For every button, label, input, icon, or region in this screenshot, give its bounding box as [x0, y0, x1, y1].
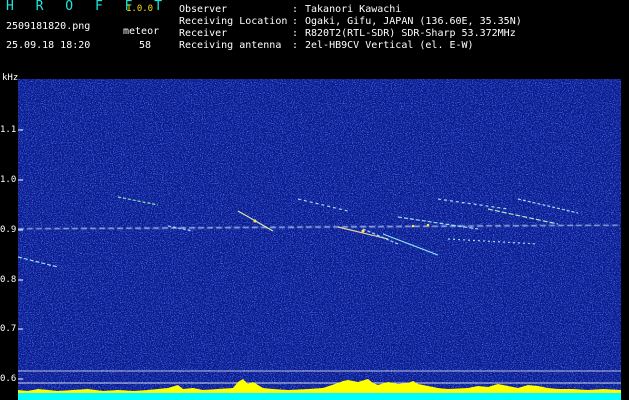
antenna-colon: : — [292, 40, 299, 51]
observer-label: Observer — [179, 4, 228, 15]
location-value: Ogaki, Gifu, JAPAN (136.60E, 35.35N) — [305, 16, 522, 27]
meteor-count: 58 — [139, 40, 152, 51]
receiver-colon: : — [292, 28, 299, 39]
location-colon: : — [292, 16, 299, 27]
receiver-value: R820T2(RTL-SDR) SDR-Sharp 53.372MHz — [305, 28, 516, 39]
location-label: Receiving Location — [179, 16, 288, 27]
antenna-value: 2el-HB9CV Vertical (el. E-W) — [305, 40, 474, 51]
filename-label: 2509181820.png — [6, 21, 91, 32]
meteor-label: meteor — [123, 26, 160, 37]
observer-colon: : — [292, 4, 299, 15]
y-tick-label: 0.9 — [0, 225, 17, 235]
app-version: 1.0.0 — [126, 4, 154, 14]
observer-value: Takanori Kawachi — [305, 4, 402, 15]
y-tick-label: 0.8 — [0, 275, 17, 285]
y-tick-label: 0.7 — [0, 324, 17, 334]
receiver-label: Receiver — [179, 28, 228, 39]
y-tick-label: 1.1 — [0, 125, 17, 135]
y-tick-label: 1.0 — [0, 175, 17, 185]
activity-baseline — [18, 393, 621, 400]
spectrogram — [18, 79, 621, 400]
antenna-label: Receiving antenna — [179, 40, 282, 51]
datetime-label: 25.09.18 18:20 — [6, 40, 91, 51]
y-axis-unit: kHz — [2, 73, 19, 83]
y-tick-label: 0.6 — [0, 374, 17, 384]
